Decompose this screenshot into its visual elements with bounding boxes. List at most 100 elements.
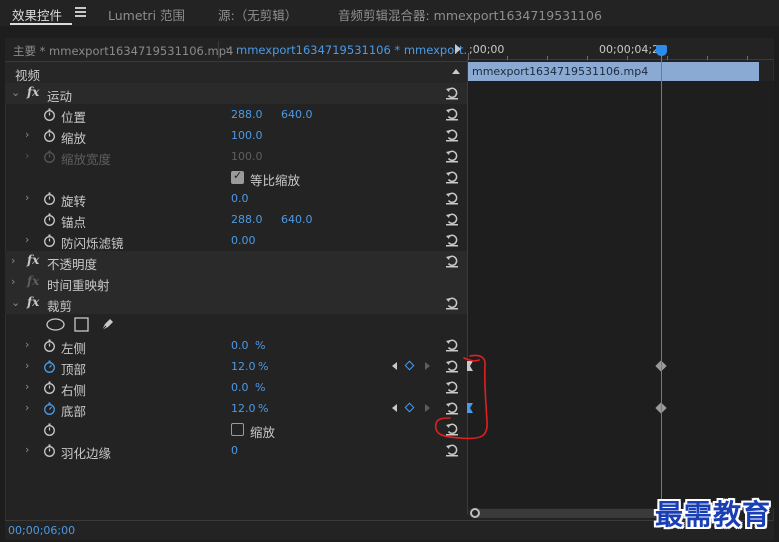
crop-top-value[interactable]: 12.0 bbox=[231, 360, 256, 373]
stopwatch-icon[interactable] bbox=[43, 360, 56, 373]
anchor-y-value[interactable]: 640.0 bbox=[281, 213, 313, 226]
reset-icon[interactable] bbox=[445, 212, 459, 226]
rectangle-mask-icon[interactable] bbox=[74, 317, 89, 332]
ruler-tick bbox=[707, 56, 708, 60]
reset-icon[interactable] bbox=[445, 107, 459, 121]
tab-source[interactable]: 源:（无剪辑） bbox=[218, 5, 297, 24]
fx-icon[interactable]: fx bbox=[27, 85, 39, 99]
effect-time-remap[interactable]: › fx 时间重映射 bbox=[5, 272, 467, 293]
reset-icon[interactable] bbox=[445, 443, 459, 457]
stopwatch-icon[interactable] bbox=[43, 192, 56, 205]
param-crop-right: › 右侧 0.0 % bbox=[5, 377, 467, 398]
reset-icon[interactable] bbox=[445, 170, 459, 184]
crop-left-value[interactable]: 0.0 bbox=[231, 339, 249, 352]
stopwatch-icon[interactable] bbox=[43, 402, 56, 415]
add-keyframe-icon[interactable] bbox=[404, 402, 415, 413]
reset-icon[interactable] bbox=[445, 233, 459, 247]
ruler-tick bbox=[747, 56, 748, 60]
crop-top-unit: % bbox=[258, 360, 269, 373]
param-position-label: 位置 bbox=[61, 110, 87, 125]
scale-width-value: 100.0 bbox=[231, 150, 263, 163]
playhead-handle[interactable] bbox=[656, 45, 667, 56]
chevron-down-icon[interactable]: ⌄ bbox=[224, 42, 232, 53]
stopwatch-icon[interactable] bbox=[43, 381, 56, 394]
chevron-right-icon[interactable]: › bbox=[25, 191, 29, 204]
collapse-up-icon[interactable] bbox=[452, 69, 460, 74]
scale-value[interactable]: 100.0 bbox=[231, 129, 263, 142]
play-icon[interactable] bbox=[455, 44, 461, 54]
crop-bottom-value[interactable]: 12.0 bbox=[231, 402, 256, 415]
reset-icon[interactable] bbox=[445, 254, 459, 268]
param-feather-edges: › 羽化边缘 0 bbox=[5, 440, 467, 461]
effect-motion[interactable]: ⌄ fx 运动 bbox=[5, 83, 467, 104]
section-video-label: 视频 bbox=[15, 68, 41, 83]
anti-flicker-value[interactable]: 0.00 bbox=[231, 234, 256, 247]
feather-value[interactable]: 0 bbox=[231, 444, 238, 457]
ellipse-mask-icon[interactable] bbox=[46, 318, 65, 331]
stopwatch-icon[interactable] bbox=[43, 213, 56, 226]
reset-icon[interactable] bbox=[445, 128, 459, 142]
chevron-right-icon[interactable]: › bbox=[25, 338, 29, 351]
reset-icon[interactable] bbox=[445, 296, 459, 310]
fx-icon[interactable]: fx bbox=[27, 253, 39, 267]
tab-effect-controls[interactable]: 效果控件 bbox=[12, 5, 62, 24]
param-crop-bottom: › 底部 12.0 % bbox=[5, 398, 467, 419]
stopwatch-icon bbox=[44, 150, 55, 163]
add-keyframe-icon[interactable] bbox=[404, 360, 415, 371]
previous-keyframe-icon[interactable] bbox=[392, 362, 397, 370]
reset-icon[interactable] bbox=[445, 191, 459, 205]
stopwatch-icon[interactable] bbox=[43, 444, 56, 457]
chevron-down-icon[interactable]: ⌄ bbox=[11, 86, 20, 99]
chevron-right-icon[interactable]: › bbox=[25, 128, 29, 141]
stopwatch-icon[interactable] bbox=[43, 108, 56, 121]
stopwatch-icon[interactable] bbox=[43, 129, 56, 142]
previous-keyframe-icon[interactable] bbox=[392, 404, 397, 412]
chevron-right-icon[interactable]: › bbox=[25, 380, 29, 393]
reset-icon[interactable] bbox=[445, 86, 459, 100]
uniform-scale-checkbox[interactable] bbox=[231, 169, 244, 184]
chevron-down-icon[interactable]: ⌄ bbox=[11, 296, 20, 309]
stopwatch-icon[interactable] bbox=[43, 339, 56, 352]
stopwatch-icon[interactable] bbox=[43, 234, 56, 247]
chevron-right-icon[interactable]: › bbox=[25, 359, 29, 372]
chevron-right-icon[interactable]: › bbox=[25, 443, 29, 456]
master-clip-tab[interactable]: 主要 * mmexport1634719531106.mp4 bbox=[13, 43, 233, 59]
position-y-value[interactable]: 640.0 bbox=[281, 108, 313, 121]
menu-icon[interactable] bbox=[75, 7, 86, 17]
timeline-scrollbar[interactable] bbox=[470, 509, 660, 518]
sequence-clip-tab[interactable]: mmexport1634719531106 * mmexport... bbox=[236, 43, 474, 57]
chevron-right-icon[interactable]: › bbox=[11, 254, 15, 267]
rotation-value[interactable]: 0.0 bbox=[231, 192, 249, 205]
reset-icon[interactable] bbox=[445, 149, 459, 163]
time-ruler[interactable]: ;00;00 00;00;04;29 bbox=[467, 38, 774, 60]
pen-mask-icon[interactable] bbox=[100, 316, 116, 332]
ruler-tick bbox=[587, 56, 588, 60]
param-crop-top: › 顶部 12.0 % bbox=[5, 356, 467, 377]
effect-crop[interactable]: ⌄ fx 裁剪 bbox=[5, 293, 467, 314]
keyframe-timeline[interactable] bbox=[467, 81, 774, 508]
fx-icon: fx bbox=[27, 274, 40, 288]
stopwatch-icon[interactable] bbox=[43, 423, 56, 436]
chevron-right-icon[interactable]: › bbox=[11, 275, 15, 288]
tab-audio-clip-mixer[interactable]: 音频剪辑混合器: mmexport1634719531106 bbox=[338, 5, 602, 24]
current-timecode[interactable]: 00;00;06;00 bbox=[8, 524, 75, 537]
timeline-divider[interactable] bbox=[467, 60, 468, 515]
crop-right-value[interactable]: 0.0 bbox=[231, 381, 249, 394]
anchor-x-value[interactable]: 288.0 bbox=[231, 213, 263, 226]
ruler-tick bbox=[547, 56, 548, 60]
tab-divider bbox=[218, 41, 219, 59]
param-anchor-point: 锚点 288.0 640.0 bbox=[5, 209, 467, 230]
tab-lumetri-scopes[interactable]: Lumetri 范围 bbox=[108, 5, 185, 24]
chevron-right-icon[interactable]: › bbox=[25, 233, 29, 246]
scrollbar-handle[interactable] bbox=[470, 508, 480, 518]
position-x-value[interactable]: 288.0 bbox=[231, 108, 263, 121]
param-rotation-label: 旋转 bbox=[61, 194, 87, 209]
timeline-clip-bar[interactable]: mmexport1634719531106.mp4 bbox=[467, 62, 759, 81]
crop-zoom-checkbox[interactable] bbox=[231, 423, 244, 436]
effect-opacity[interactable]: › fx 不透明度 bbox=[5, 251, 467, 272]
fx-icon[interactable]: fx bbox=[27, 295, 39, 309]
chevron-right-icon[interactable]: › bbox=[25, 401, 29, 414]
reset-icon[interactable] bbox=[445, 338, 459, 352]
param-scale: › 缩放 100.0 bbox=[5, 125, 467, 146]
param-anti-flicker: › 防闪烁滤镜 0.00 bbox=[5, 230, 467, 251]
